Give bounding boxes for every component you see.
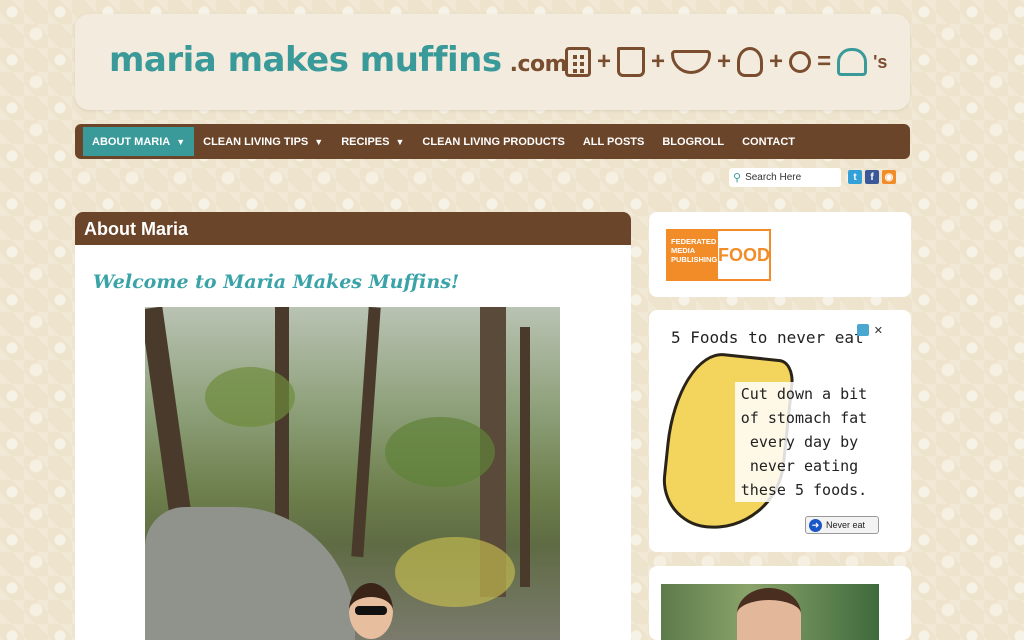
main-nav: ABOUT MARIA ▼ CLEAN LIVING TIPS ▼ RECIPES ▼… [75, 124, 910, 159]
never-eat-button[interactable]: ➜ Never eat [805, 516, 879, 534]
foliage [395, 537, 515, 607]
close-icon[interactable]: ✕ [874, 324, 883, 337]
site-logo[interactable]: maria makes muffins .com [109, 40, 568, 80]
fmp-food-badge-box: FEDERATED MEDIA PUBLISHING FOOD [649, 212, 911, 297]
equation-tail: 's [873, 51, 888, 72]
fmp-food-label: FOOD [718, 244, 770, 265]
egg-icon [737, 47, 764, 77]
logo-text: maria makes muffins [109, 40, 502, 80]
rock [145, 507, 355, 640]
fmp-food-badge[interactable]: FEDERATED MEDIA PUBLISHING FOOD [666, 229, 771, 281]
caret-down-icon: ▼ [314, 136, 324, 147]
search-input[interactable]: ⚲ Search Here [729, 168, 841, 187]
search-icon: ⚲ [733, 172, 742, 184]
caret-down-icon: ▼ [395, 136, 405, 147]
logo-tld: .com [509, 52, 568, 77]
twitter-icon[interactable]: t [848, 170, 862, 184]
facebook-icon[interactable]: f [865, 170, 879, 184]
nav-label: ABOUT MARIA [92, 135, 171, 148]
sunglasses [355, 606, 387, 615]
nav-item-contact[interactable]: CONTACT [733, 124, 804, 159]
nav-label: BLOGROLL [662, 135, 725, 148]
caret-down-icon: ▼ [176, 136, 186, 147]
ad-info-icon[interactable] [857, 324, 869, 336]
muffin-icon [837, 48, 868, 76]
calculator-icon [565, 47, 591, 77]
cta-label: Never eat [826, 520, 866, 530]
social-links: t f ◉ [848, 170, 896, 184]
tree-trunk [145, 307, 192, 518]
tree-trunk [520, 327, 530, 587]
nav-label: CLEAN LIVING PRODUCTS [422, 135, 565, 148]
ad-body-text: Cut down a bit of stomach fat every day … [735, 382, 873, 502]
nav-label: ALL POSTS [582, 135, 645, 148]
fmp-label: FEDERATED MEDIA PUBLISHING [668, 231, 718, 279]
nav-label: CONTACT [742, 135, 796, 148]
spoon-icon [789, 51, 812, 73]
bowl-icon [671, 50, 712, 74]
banana-ad[interactable]: 5 Foods to never eat ✕ Cut down a bit of… [649, 310, 911, 552]
site-header: maria makes muffins .com + + + + = 's [75, 14, 910, 110]
sidebar-photo-box [649, 566, 911, 640]
nav-item-clean-living-tips[interactable]: CLEAN LIVING TIPS ▼ [194, 124, 332, 159]
maria-forest-photo [145, 307, 560, 640]
nav-label: CLEAN LIVING TIPS [203, 135, 309, 148]
nav-label: RECIPES [341, 135, 390, 148]
muffin-equation: + + + + = 's [565, 42, 887, 82]
tree-trunk [351, 307, 381, 558]
nav-item-about-maria[interactable]: ABOUT MARIA ▼ [83, 127, 195, 156]
foliage [385, 417, 495, 487]
rss-icon[interactable]: ◉ [882, 170, 896, 184]
welcome-heading: Welcome to Maria Makes Muffins! [93, 271, 460, 293]
nav-item-clean-living-products[interactable]: CLEAN LIVING PRODUCTS [413, 124, 573, 159]
nav-item-blogroll[interactable]: BLOGROLL [653, 124, 733, 159]
arrow-right-icon: ➜ [809, 518, 822, 532]
maria-portrait [737, 588, 801, 640]
foliage [205, 367, 295, 427]
page-title: About Maria [75, 212, 631, 245]
main-content: About Maria Welcome to Maria Makes Muffi… [75, 212, 631, 640]
measuring-cup-icon [617, 47, 646, 77]
ad-title: 5 Foods to never eat [671, 328, 864, 347]
search-placeholder: Search Here [745, 172, 802, 183]
nav-item-all-posts[interactable]: ALL POSTS [574, 124, 654, 159]
nav-item-recipes[interactable]: RECIPES ▼ [332, 124, 413, 159]
